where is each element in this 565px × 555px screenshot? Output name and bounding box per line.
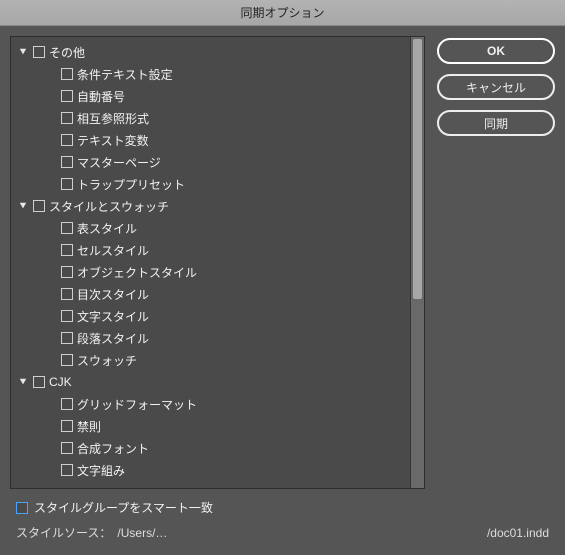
tree-item[interactable]: セルスタイル bbox=[11, 239, 410, 261]
dialog-title: 同期オプション bbox=[0, 0, 565, 26]
option-checkbox[interactable] bbox=[61, 156, 73, 168]
option-label: 相互参照形式 bbox=[77, 110, 149, 127]
option-checkbox[interactable] bbox=[61, 288, 73, 300]
option-checkbox[interactable] bbox=[61, 332, 73, 344]
option-label: 自動番号 bbox=[77, 88, 125, 105]
option-label: マスターページ bbox=[77, 154, 161, 171]
cancel-button[interactable]: キャンセル bbox=[437, 74, 555, 100]
option-label: 文字組み bbox=[77, 462, 125, 479]
disclosure-triangle-icon[interactable] bbox=[17, 48, 29, 56]
smart-match-label: スタイルグループをスマート一致 bbox=[34, 499, 213, 516]
tree-item[interactable]: 段落スタイル bbox=[11, 327, 410, 349]
dialog-footer: スタイルグループをスマート一致 スタイルソース： /Users/… /doc01… bbox=[0, 489, 565, 555]
option-checkbox[interactable] bbox=[61, 222, 73, 234]
sync-button[interactable]: 同期 bbox=[437, 110, 555, 136]
option-checkbox[interactable] bbox=[33, 376, 45, 388]
scrollbar[interactable] bbox=[410, 37, 424, 488]
option-label: スウォッチ bbox=[77, 352, 137, 369]
tree-item[interactable]: グリッドフォーマット bbox=[11, 393, 410, 415]
option-checkbox[interactable] bbox=[61, 68, 73, 80]
disclosure-triangle-icon[interactable] bbox=[17, 202, 29, 210]
cancel-button-label: キャンセル bbox=[466, 79, 526, 96]
style-source-path: /Users/… bbox=[117, 526, 167, 540]
ok-button-label: OK bbox=[487, 44, 505, 58]
tree-item[interactable]: 相互参照形式 bbox=[11, 107, 410, 129]
scrollbar-thumb[interactable] bbox=[413, 39, 422, 299]
option-label: 条件テキスト設定 bbox=[77, 66, 173, 83]
option-label: 段落スタイル bbox=[77, 330, 149, 347]
disclosure-triangle-icon[interactable] bbox=[17, 378, 29, 386]
option-checkbox[interactable] bbox=[61, 464, 73, 476]
option-label: グリッドフォーマット bbox=[77, 396, 197, 413]
tree-item[interactable]: 条件テキスト設定 bbox=[11, 63, 410, 85]
tree-item[interactable]: 禁則 bbox=[11, 415, 410, 437]
style-source-file: /doc01.indd bbox=[487, 526, 549, 540]
tree-item[interactable]: 文字スタイル bbox=[11, 305, 410, 327]
tree-item[interactable]: 目次スタイル bbox=[11, 283, 410, 305]
option-label: テキスト変数 bbox=[77, 132, 149, 149]
tree-item[interactable]: 自動番号 bbox=[11, 85, 410, 107]
ok-button[interactable]: OK bbox=[437, 38, 555, 64]
tree-group[interactable]: CJK bbox=[11, 371, 410, 393]
option-label: その他 bbox=[49, 44, 85, 61]
options-tree-container: その他条件テキスト設定自動番号相互参照形式テキスト変数マスターページトラッププリ… bbox=[10, 36, 425, 489]
dialog-buttons: OK キャンセル 同期 bbox=[437, 36, 555, 489]
tree-item[interactable]: テキスト変数 bbox=[11, 129, 410, 151]
option-checkbox[interactable] bbox=[61, 310, 73, 322]
tree-item[interactable]: 合成フォント bbox=[11, 437, 410, 459]
option-label: 目次スタイル bbox=[77, 286, 149, 303]
option-label: オブジェクトスタイル bbox=[77, 264, 197, 281]
option-checkbox[interactable] bbox=[61, 244, 73, 256]
smart-match-checkbox[interactable] bbox=[16, 502, 28, 514]
option-checkbox[interactable] bbox=[61, 420, 73, 432]
option-checkbox[interactable] bbox=[61, 134, 73, 146]
option-label: 禁則 bbox=[77, 418, 101, 435]
option-label: 合成フォント bbox=[77, 440, 149, 457]
tree-item[interactable]: スウォッチ bbox=[11, 349, 410, 371]
style-source-label: スタイルソース： bbox=[16, 524, 111, 541]
tree-item[interactable]: オブジェクトスタイル bbox=[11, 261, 410, 283]
option-checkbox[interactable] bbox=[61, 112, 73, 124]
option-checkbox[interactable] bbox=[33, 200, 45, 212]
option-checkbox[interactable] bbox=[61, 354, 73, 366]
sync-button-label: 同期 bbox=[484, 115, 508, 132]
option-checkbox[interactable] bbox=[61, 266, 73, 278]
option-checkbox[interactable] bbox=[61, 178, 73, 190]
tree-item[interactable]: マスターページ bbox=[11, 151, 410, 173]
option-checkbox[interactable] bbox=[61, 398, 73, 410]
tree-group[interactable]: スタイルとスウォッチ bbox=[11, 195, 410, 217]
options-tree[interactable]: その他条件テキスト設定自動番号相互参照形式テキスト変数マスターページトラッププリ… bbox=[11, 37, 410, 488]
option-checkbox[interactable] bbox=[33, 46, 45, 58]
option-label: セルスタイル bbox=[77, 242, 149, 259]
option-checkbox[interactable] bbox=[61, 90, 73, 102]
tree-item[interactable]: トラッププリセット bbox=[11, 173, 410, 195]
tree-group[interactable]: その他 bbox=[11, 41, 410, 63]
tree-item[interactable]: 表スタイル bbox=[11, 217, 410, 239]
option-label: 文字スタイル bbox=[77, 308, 149, 325]
option-checkbox[interactable] bbox=[61, 442, 73, 454]
tree-item[interactable]: 文字組み bbox=[11, 459, 410, 481]
option-label: 表スタイル bbox=[77, 220, 137, 237]
option-label: CJK bbox=[49, 375, 72, 389]
option-label: スタイルとスウォッチ bbox=[49, 198, 169, 215]
option-label: トラッププリセット bbox=[77, 176, 185, 193]
dialog-title-text: 同期オプション bbox=[240, 4, 324, 21]
